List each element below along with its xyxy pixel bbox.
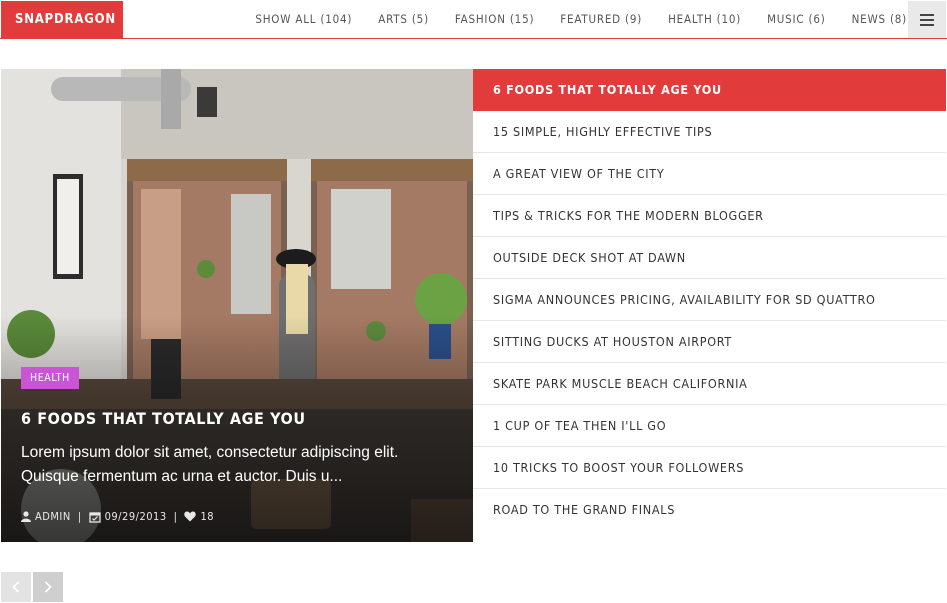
like-count: 18 xyxy=(200,510,215,523)
post-list-item[interactable]: TIPS & TRICKS FOR THE MODERN BLOGGER xyxy=(473,195,946,237)
nav-item-arts[interactable]: ARTS (5) xyxy=(378,12,429,26)
nav-item-fashion[interactable]: FASHION (15) xyxy=(455,12,534,26)
post-list-item[interactable]: A GREAT VIEW OF THE CITY xyxy=(473,153,946,195)
nav-item-health[interactable]: HEALTH (10) xyxy=(668,12,741,26)
nav-item-music[interactable]: MUSIC (6) xyxy=(767,12,826,26)
post-meta: ADMIN | 09/29/2013 | 18 xyxy=(21,510,214,523)
post-list-item[interactable]: ROAD TO THE GRAND FINALS xyxy=(473,489,946,531)
post-list-item[interactable]: SITTING DUCKS AT HOUSTON AIRPORT xyxy=(473,321,946,363)
chevron-left-icon xyxy=(12,581,20,593)
chevron-right-icon xyxy=(44,581,52,593)
slider-pager xyxy=(1,572,65,602)
user-icon xyxy=(21,511,31,522)
post-list-item-active[interactable]: 6 FOODS THAT TOTALLY AGE YOU xyxy=(473,69,946,111)
post-list-item[interactable]: SKATE PARK MUSCLE BEACH CALIFORNIA xyxy=(473,363,946,405)
post-list-item[interactable]: 10 TRICKS TO BOOST YOUR FOLLOWERS xyxy=(473,447,946,489)
author-name[interactable]: ADMIN xyxy=(35,510,71,523)
post-list-item[interactable]: SIGMA ANNOUNCES PRICING, AVAILABILITY FO… xyxy=(473,279,946,321)
next-button[interactable] xyxy=(33,572,63,602)
featured-excerpt: Lorem ipsum dolor sit amet, consectetur … xyxy=(21,444,399,485)
post-date: 09/29/2013 xyxy=(104,510,167,523)
category-nav: SHOW ALL (104) ARTS (5) FASHION (15) FEA… xyxy=(229,0,907,38)
calendar-icon xyxy=(88,511,101,523)
post-list-item[interactable]: 1 CUP OF TEA THEN I'LL GO xyxy=(473,405,946,447)
category-badge[interactable]: HEALTH xyxy=(21,367,79,389)
post-list-item[interactable]: 15 SIMPLE, HIGHLY EFFECTIVE TIPS xyxy=(473,111,946,153)
featured-post[interactable]: HEALTH 6 FOODS THAT TOTALLY AGE YOU Lore… xyxy=(1,69,473,542)
prev-button[interactable] xyxy=(1,572,31,602)
post-list-item[interactable]: OUTSIDE DECK SHOT AT DAWN xyxy=(473,237,946,279)
featured-title[interactable]: 6 FOODS THAT TOTALLY AGE YOU xyxy=(21,409,306,428)
hamburger-menu-icon[interactable] xyxy=(908,1,946,38)
site-header: SNAPDRAGON SHOW ALL (104) ARTS (5) FASHI… xyxy=(0,0,947,39)
site-logo[interactable]: SNAPDRAGON xyxy=(1,1,123,38)
nav-item-news[interactable]: NEWS (8) xyxy=(852,12,907,26)
nav-item-show-all[interactable]: SHOW ALL (104) xyxy=(255,12,352,26)
nav-item-featured[interactable]: FEATURED (9) xyxy=(560,12,642,26)
heart-icon[interactable] xyxy=(184,511,197,522)
post-list: 6 FOODS THAT TOTALLY AGE YOU 15 SIMPLE, … xyxy=(473,69,946,531)
